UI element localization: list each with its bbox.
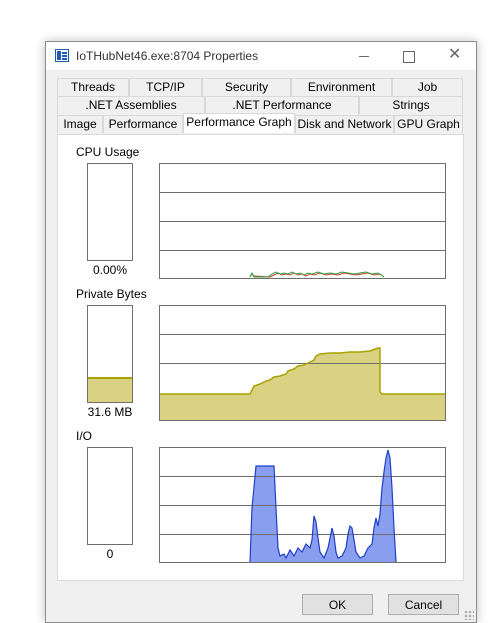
tab-strings[interactable]: Strings	[359, 96, 463, 114]
tab-gpu-graph[interactable]: GPU Graph	[394, 115, 463, 133]
cpu-usage-value: 0.00%	[92, 263, 128, 277]
tab-job[interactable]: Job	[392, 78, 463, 96]
tab-net-performance[interactable]: .NET Performance	[205, 96, 359, 114]
resize-grip[interactable]	[464, 610, 474, 620]
private-bytes-meter-fill	[88, 377, 132, 402]
performance-graph-panel: CPU Usage 0.00% Private Bytes 31.6 MB I/…	[57, 134, 464, 581]
io-graph-canvas	[160, 449, 445, 562]
tab-net-assemblies[interactable]: .NET Assemblies	[57, 96, 205, 114]
private-bytes-area	[160, 348, 445, 420]
io-meter	[87, 447, 133, 545]
tab-performance-graph[interactable]: Performance Graph	[183, 113, 295, 133]
private-bytes-meter	[87, 305, 133, 403]
tab-security[interactable]: Security	[202, 78, 291, 96]
cancel-button[interactable]: Cancel	[388, 594, 459, 615]
io-value: 0	[106, 547, 114, 561]
tab-environment[interactable]: Environment	[291, 78, 392, 96]
cpu-usage-graph-canvas	[160, 192, 445, 278]
cpu-usage-graph	[159, 163, 446, 279]
tab-performance[interactable]: Performance	[103, 115, 183, 133]
cpu-usage-label: CPU Usage	[76, 145, 140, 159]
private-bytes-label: Private Bytes	[76, 287, 147, 301]
private-bytes-graph-canvas	[160, 334, 445, 420]
tab-tcpip[interactable]: TCP/IP	[129, 78, 202, 96]
ok-button[interactable]: OK	[302, 594, 373, 615]
private-bytes-value: 31.6 MB	[87, 405, 133, 419]
io-label: I/O	[76, 429, 93, 443]
properties-window: IoTHubNet46.exe:8704 Properties ✕ Thread…	[45, 41, 477, 623]
cpu-usage-meter	[87, 163, 133, 261]
tab-image[interactable]: Image	[57, 115, 103, 133]
tab-threads[interactable]: Threads	[57, 78, 129, 96]
private-bytes-graph	[159, 305, 446, 421]
io-graph	[159, 447, 446, 563]
tab-disk-and-network[interactable]: Disk and Network	[295, 115, 394, 133]
